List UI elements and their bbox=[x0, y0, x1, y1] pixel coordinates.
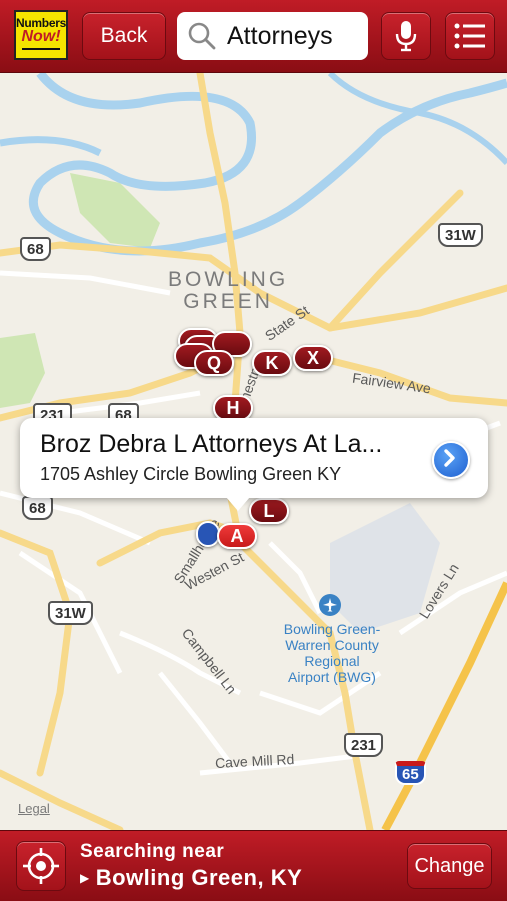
list-icon bbox=[454, 23, 485, 49]
app-logo[interactable]: Numbers Now! bbox=[14, 10, 68, 60]
callout-address: 1705 Ashley Circle Bowling Green KY bbox=[40, 464, 342, 484]
map-view[interactable]: BOWLING GREEN State St Fairview Ave Ches… bbox=[0, 73, 507, 830]
results-list-button[interactable] bbox=[445, 12, 495, 60]
change-location-button[interactable]: Change bbox=[407, 843, 492, 889]
map-pin-a[interactable]: A bbox=[217, 523, 257, 549]
search-location-text: Bowling Green, KY bbox=[95, 865, 303, 890]
search-input[interactable]: Attorneys bbox=[177, 12, 368, 60]
chevron-right-icon bbox=[444, 449, 455, 467]
place-callout[interactable]: Broz Debra L Attorneys At La... 1705 Ash… bbox=[20, 418, 488, 511]
route-shield-31w: 31W bbox=[438, 223, 483, 247]
logo-text-now: Now! bbox=[21, 28, 61, 45]
map-pin-q[interactable]: Q bbox=[194, 350, 234, 376]
back-button[interactable]: Back bbox=[82, 12, 166, 60]
triangle-right-icon: ▶ bbox=[80, 871, 90, 885]
interstate-shield-65: 65 bbox=[395, 761, 426, 785]
airplane-icon bbox=[319, 594, 341, 616]
microphone-icon bbox=[395, 21, 417, 52]
search-icon bbox=[188, 22, 216, 50]
airport-label-line3: Regional bbox=[304, 653, 360, 669]
airport-label-line2: Warren County bbox=[285, 637, 379, 653]
top-toolbar: Numbers Now! Back Attorneys bbox=[0, 0, 507, 73]
city-label: BOWLING GREEN bbox=[168, 269, 288, 313]
airport-label-line4: Airport (BWG) bbox=[288, 669, 376, 685]
searching-near-label: Searching near bbox=[80, 841, 225, 862]
map-pin-x[interactable]: X bbox=[293, 345, 333, 371]
callout-detail-button[interactable] bbox=[432, 441, 470, 479]
route-shield-31w: 31W bbox=[48, 601, 93, 625]
logo-phone-icon bbox=[22, 48, 60, 58]
city-label-line2: GREEN bbox=[183, 290, 273, 313]
route-shield-68: 68 bbox=[20, 237, 51, 261]
route-shield-231: 231 bbox=[344, 733, 384, 757]
callout-title: Broz Debra L Attorneys At La... bbox=[40, 430, 383, 458]
voice-search-button[interactable] bbox=[381, 12, 431, 60]
map-pin-l[interactable]: L bbox=[249, 498, 289, 524]
airport-label-line1: Bowling Green- bbox=[283, 621, 381, 637]
legal-link[interactable]: Legal bbox=[18, 801, 50, 816]
map-pin-k[interactable]: K bbox=[252, 350, 292, 376]
current-location-button[interactable] bbox=[16, 841, 66, 891]
airport-label: Bowling Green- Warren County Regional Ai… bbox=[266, 621, 398, 685]
bottom-toolbar: Searching near ▶ Bowling Green, KY Change bbox=[0, 830, 507, 901]
city-label-line1: BOWLING bbox=[168, 268, 289, 291]
search-location[interactable]: ▶ Bowling Green, KY bbox=[80, 865, 302, 891]
crosshair-icon bbox=[23, 848, 59, 884]
callout-pointer bbox=[226, 497, 250, 511]
route-shield-68: 68 bbox=[22, 496, 53, 520]
search-query-text: Attorneys bbox=[227, 21, 333, 50]
